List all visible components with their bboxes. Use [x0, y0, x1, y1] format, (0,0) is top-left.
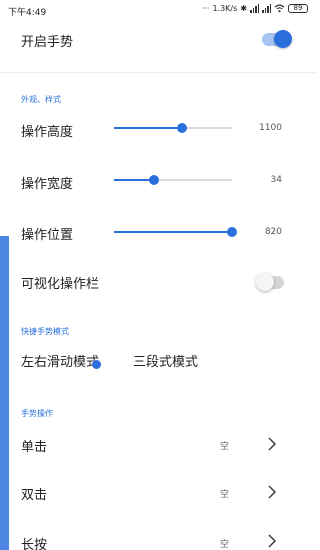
section-header-quick-mode: 快捷手势模式: [21, 327, 69, 336]
toggle-knob: [256, 273, 274, 291]
visual-bar-toggle[interactable]: [256, 273, 284, 291]
mode-option-swipe[interactable]: 左右滑动模式: [21, 351, 99, 370]
action-row-tap[interactable]: 单击 空: [0, 430, 316, 460]
action-row-double-tap[interactable]: 双击 空: [0, 478, 316, 508]
slider-label-width: 操作宽度: [21, 177, 74, 192]
status-indicators: ··· 1.3K/s ✱ 89: [202, 4, 308, 13]
slider-row-position: 操作位置 820: [0, 219, 316, 245]
gesture-enable-label: 开启手势: [21, 35, 74, 50]
gesture-enable-toggle[interactable]: [262, 30, 292, 48]
slider-thumb[interactable]: [227, 227, 237, 237]
slider-fill: [114, 127, 183, 129]
slider-value-height: 1100: [259, 123, 282, 133]
slider-position[interactable]: [114, 225, 237, 239]
slider-height[interactable]: [114, 121, 232, 135]
mode-option-three-segment[interactable]: 三段式模式: [133, 351, 198, 370]
mode-selected-indicator: [92, 360, 101, 369]
chevron-right-icon: [268, 534, 276, 548]
status-bar: 下午4:49 ··· 1.3K/s ✱ 89: [0, 0, 316, 20]
signal-icon-2: [262, 4, 271, 13]
action-value-double-tap: 空: [220, 490, 230, 500]
battery-icon: 89: [288, 4, 308, 13]
toggle-knob: [274, 30, 292, 48]
slider-value-position: 820: [264, 227, 282, 237]
gesture-enable-row[interactable]: 开启手势: [0, 26, 316, 56]
action-label-tap: 单击: [21, 440, 48, 455]
gesture-bar-preview: [0, 236, 9, 550]
action-label-double-tap: 双击: [21, 488, 48, 503]
slider-row-width: 操作宽度 34: [0, 168, 316, 194]
network-speed: 1.3K/s: [212, 4, 238, 13]
wifi-icon: [274, 4, 285, 13]
slider-thumb[interactable]: [149, 175, 160, 185]
slider-value-width: 34: [270, 175, 282, 185]
slider-row-height: 操作高度 1100: [0, 116, 316, 142]
section-header-appearance: 外观、样式: [21, 95, 61, 104]
chevron-right-icon: [268, 437, 276, 451]
action-row-long-press[interactable]: 长按 空: [0, 528, 316, 550]
divider: [0, 72, 316, 73]
slider-label-height: 操作高度: [21, 125, 74, 140]
bluetooth-icon: ✱: [240, 4, 247, 13]
slider-fill: [114, 179, 155, 181]
chevron-right-icon: [268, 485, 276, 499]
slider-width[interactable]: [114, 173, 232, 187]
section-header-gesture-actions: 手势操作: [21, 409, 53, 418]
action-label-long-press: 长按: [21, 538, 48, 550]
action-value-long-press: 空: [220, 540, 230, 550]
slider-fill: [114, 231, 232, 233]
visual-bar-label: 可视化操作栏: [21, 277, 100, 292]
slider-thumb[interactable]: [177, 123, 188, 133]
slider-label-position: 操作位置: [21, 228, 74, 243]
dots-icon: ···: [201, 4, 210, 13]
signal-icon: [250, 4, 259, 13]
action-value-tap: 空: [220, 442, 230, 452]
visual-bar-row[interactable]: 可视化操作栏: [0, 268, 316, 296]
status-time: 下午4:49: [8, 8, 47, 18]
